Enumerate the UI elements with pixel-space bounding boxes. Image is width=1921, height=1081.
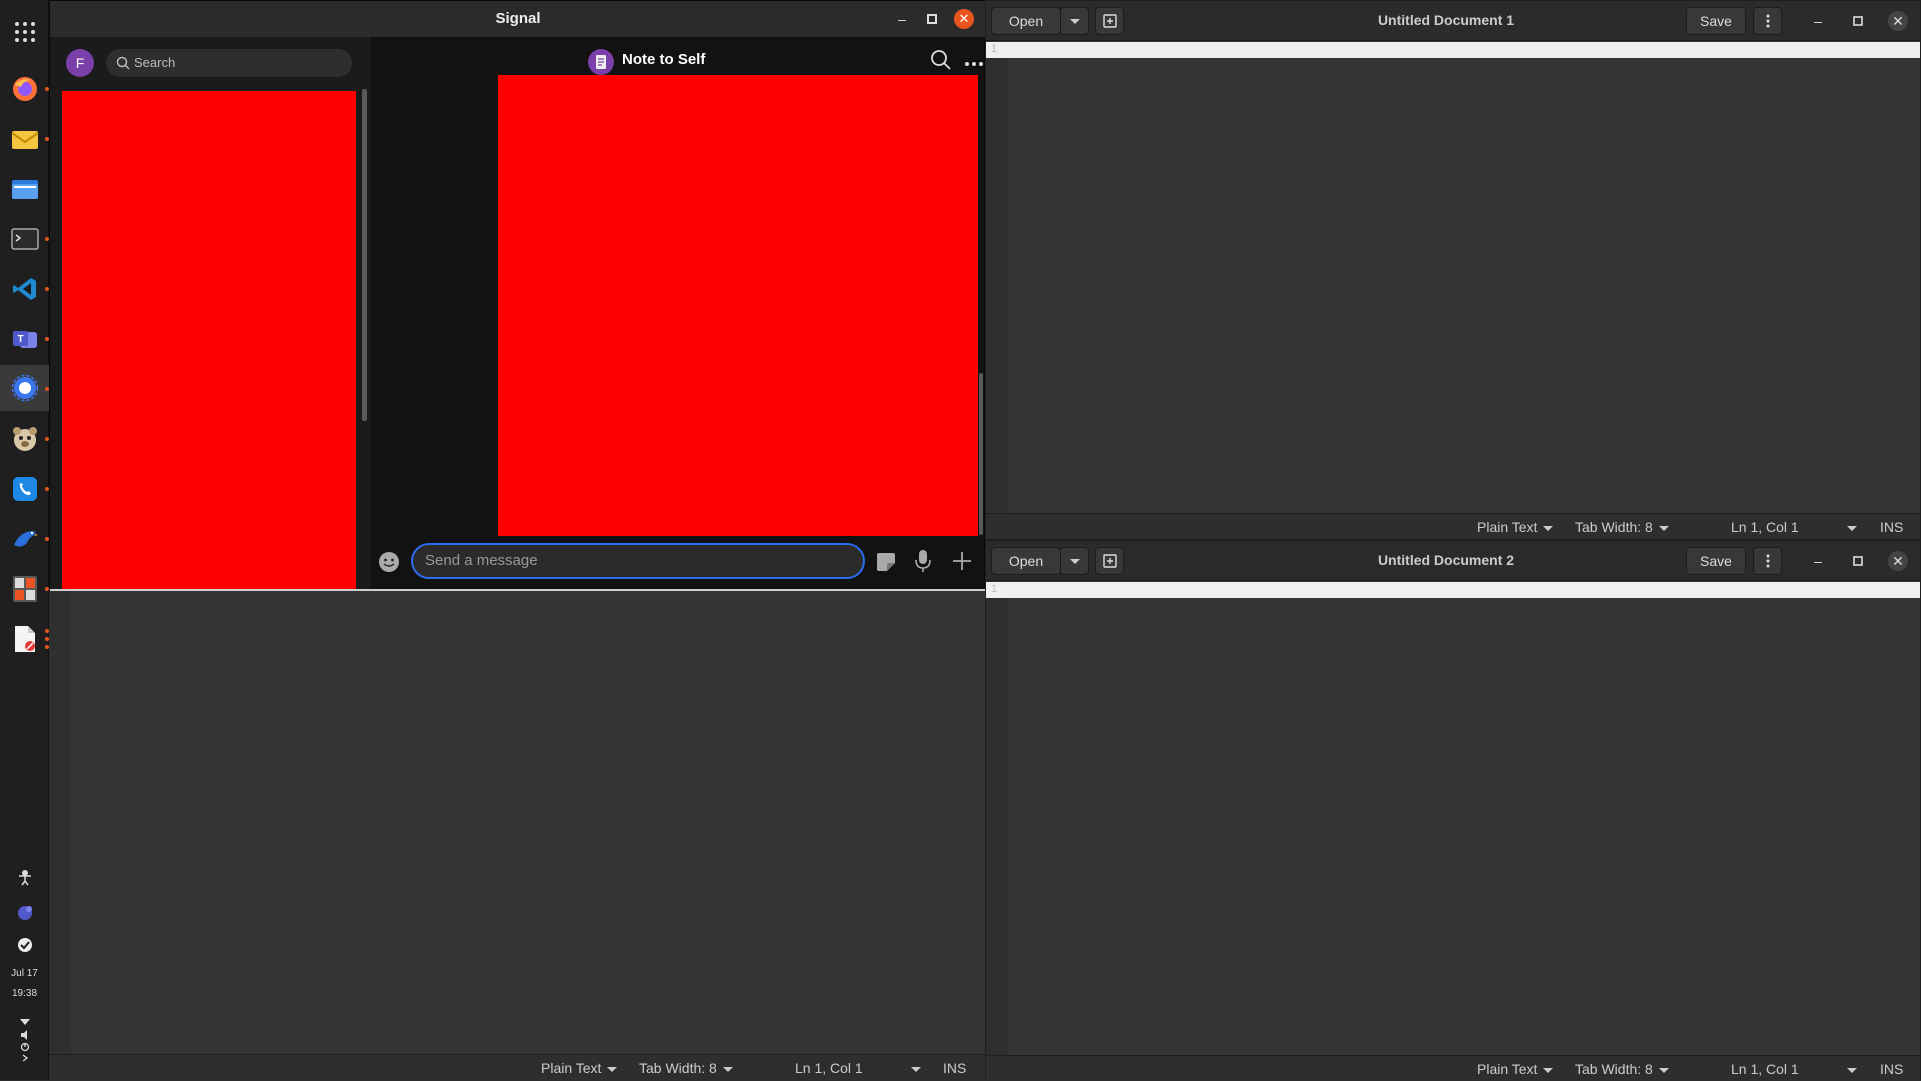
window-title: Signal [495,10,541,27]
headerbar[interactable]: Open Untitled Document 2 Save – ✕ [986,541,1920,581]
open-recent-dropdown[interactable] [1060,7,1089,35]
close-button[interactable]: ✕ [954,9,974,29]
minimize-button[interactable]: – [1808,11,1828,31]
language-selector[interactable]: Plain Text [541,1060,618,1076]
files-icon[interactable] [8,172,42,206]
conversation-list-scrollbar[interactable] [362,89,367,421]
editor-area-bottom-left[interactable]: Plain Text Tab Width: 8 Ln 1, Col 1 INS [49,591,985,1080]
maximize-button[interactable] [1848,551,1868,571]
calculator-icon[interactable] [8,572,42,606]
language-selector[interactable]: Plain Text [1477,519,1554,535]
maximize-button[interactable] [922,9,942,29]
maximize-button[interactable] [1848,11,1868,31]
status-bar: Plain Text Tab Width: 8 Ln 1, Col 1 INS [986,513,1920,539]
new-document-icon[interactable] [1095,547,1124,575]
conversation-search-icon[interactable] [930,49,952,71]
current-line-highlight: 1 [986,582,1920,598]
menu-icon[interactable] [1753,547,1782,575]
minimize-button[interactable]: – [1808,551,1828,571]
teams-icon[interactable]: T [8,322,42,356]
current-line-highlight: 1 [986,42,1920,58]
gedit-window-1: Open Untitled Document 1 Save – ✕ 1 Plai… [985,0,1921,540]
new-document-icon[interactable] [1095,7,1124,35]
avatar[interactable]: F [66,49,94,77]
headerbar[interactable]: Open Untitled Document 1 Save – ✕ [986,1,1920,41]
dock: T Jul 17 19:38 [0,0,49,1080]
open-recent-dropdown[interactable] [1060,547,1089,575]
cursor-position[interactable]: Ln 1, Col 1 [1731,1061,1799,1077]
menu-icon[interactable] [1753,7,1782,35]
tray-check-icon[interactable] [16,936,34,954]
phone-icon[interactable] [8,472,42,506]
document-icon[interactable] [8,622,42,656]
emoji-icon[interactable] [377,550,401,574]
bear-icon[interactable] [8,422,42,456]
signal-icon[interactable] [8,371,42,405]
tab-width-selector[interactable]: Tab Width: 8 [1575,1061,1669,1077]
more-options-icon[interactable] [964,55,984,66]
insert-mode[interactable]: INS [943,1060,966,1076]
bird-icon[interactable] [8,522,42,556]
tray-teams-icon[interactable] [16,904,34,922]
sticker-icon[interactable] [875,551,897,573]
close-button[interactable]: ✕ [1888,11,1908,31]
insert-mode[interactable]: INS [1880,1061,1903,1077]
tray-accessibility-icon[interactable] [16,868,34,886]
document-title: Untitled Document 2 [1377,552,1515,568]
terminal-icon[interactable] [8,222,42,256]
svg-text:T: T [17,334,23,345]
signal-titlebar[interactable]: Signal – ✕ [50,1,986,37]
tray-time[interactable]: 19:38 [0,988,49,999]
vscode-icon[interactable] [8,272,42,306]
text-editor[interactable] [1008,598,1920,1055]
cursor-position[interactable]: Ln 1, Col 1 [1731,519,1799,535]
cursor-position[interactable]: Ln 1, Col 1 [795,1060,863,1076]
add-attachment-icon[interactable] [951,550,973,572]
open-button[interactable]: Open [991,7,1061,35]
position-dropdown[interactable] [1841,519,1857,535]
search-icon [116,56,130,70]
line-gutter [49,591,71,1054]
system-menu-icon[interactable] [17,1016,33,1064]
message-input[interactable]: Send a message [411,543,865,579]
save-button[interactable]: Save [1686,547,1746,575]
conversation-title[interactable]: Note to Self [622,51,705,68]
text-editor[interactable] [1008,58,1920,513]
line-number: 1 [991,583,998,595]
tab-width-selector[interactable]: Tab Width: 8 [1575,519,1669,535]
line-number: 1 [991,43,998,55]
tab-width-selector[interactable]: Tab Width: 8 [639,1060,733,1076]
minimize-button[interactable]: – [892,9,912,29]
conversation-list-pane: F Search [50,37,370,592]
line-gutter [986,598,1008,1055]
search-input[interactable]: Search [106,49,352,77]
open-button[interactable]: Open [991,547,1061,575]
line-gutter [986,58,1008,513]
status-bar: Plain Text Tab Width: 8 Ln 1, Col 1 INS [986,1055,1920,1081]
tray-date[interactable]: Jul 17 [0,968,49,979]
apps-grid-icon[interactable] [8,15,42,49]
microphone-icon[interactable] [914,549,932,573]
note-to-self-icon [588,49,614,75]
redacted-conversation-list [62,91,356,592]
message-scrollbar[interactable] [979,373,983,535]
language-selector[interactable]: Plain Text [1477,1061,1554,1077]
firefox-icon[interactable] [8,72,42,106]
position-dropdown[interactable] [905,1060,921,1076]
redacted-message-area [498,75,978,536]
status-bar: Plain Text Tab Width: 8 Ln 1, Col 1 INS [49,1054,985,1080]
mail-icon[interactable] [8,122,42,156]
position-dropdown[interactable] [1841,1061,1857,1077]
save-button[interactable]: Save [1686,7,1746,35]
signal-window: Signal – ✕ F Search Note to Self Send a … [49,0,986,592]
document-title: Untitled Document 1 [1377,12,1515,28]
gedit-window-2: Open Untitled Document 2 Save – ✕ 1 Plai… [985,540,1921,1081]
insert-mode[interactable]: INS [1880,519,1903,535]
close-button[interactable]: ✕ [1888,551,1908,571]
